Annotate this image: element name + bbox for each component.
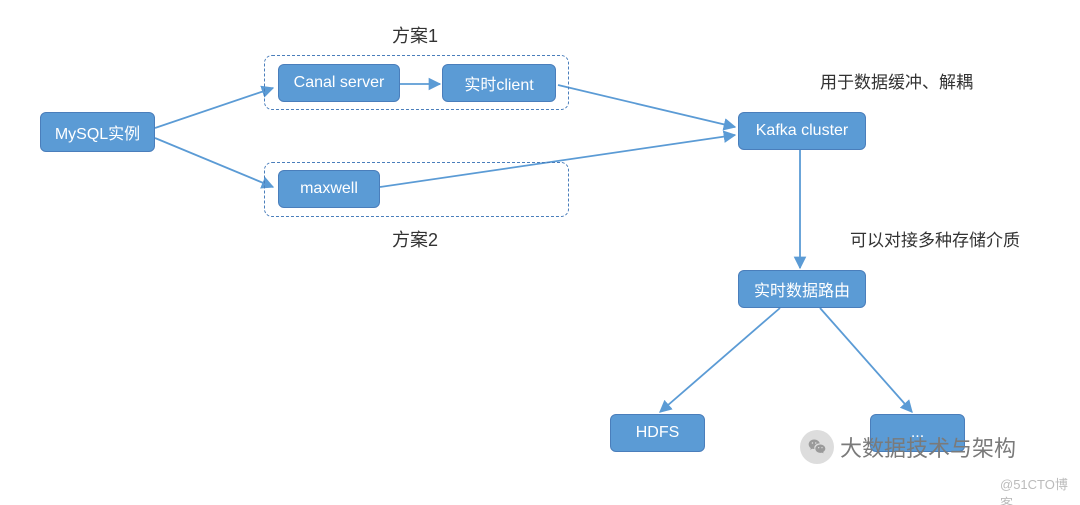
- node-hdfs: HDFS: [610, 414, 705, 452]
- edge-router-hdfs: [660, 308, 780, 412]
- wechat-icon: [800, 430, 834, 464]
- node-canal: Canal server: [278, 64, 400, 102]
- node-client: 实时client: [442, 64, 556, 102]
- annotation-kafka: 用于数据缓冲、解耦: [820, 68, 973, 93]
- node-router: 实时数据路由: [738, 270, 866, 308]
- group-plan2-label: 方案2: [392, 226, 438, 252]
- watermark-main: 大数据技术与架构: [800, 430, 1016, 464]
- edge-client-kafka: [558, 85, 735, 127]
- node-kafka: Kafka cluster: [738, 112, 866, 150]
- annotation-router: 可以对接多种存储介质: [850, 226, 1020, 251]
- edge-router-other: [820, 308, 912, 412]
- watermark-blog: @51CTO博客: [1000, 474, 1080, 505]
- diagram-canvas: 方案1 方案2 MySQL实例 Canal server 实时client ma…: [0, 0, 1080, 505]
- edge-mysql-canal: [155, 88, 273, 128]
- edge-mysql-maxwell: [155, 138, 273, 187]
- node-maxwell: maxwell: [278, 170, 380, 208]
- group-plan1-label: 方案1: [392, 22, 438, 48]
- node-mysql: MySQL实例: [40, 112, 155, 152]
- watermark-main-text: 大数据技术与架构: [840, 431, 1016, 463]
